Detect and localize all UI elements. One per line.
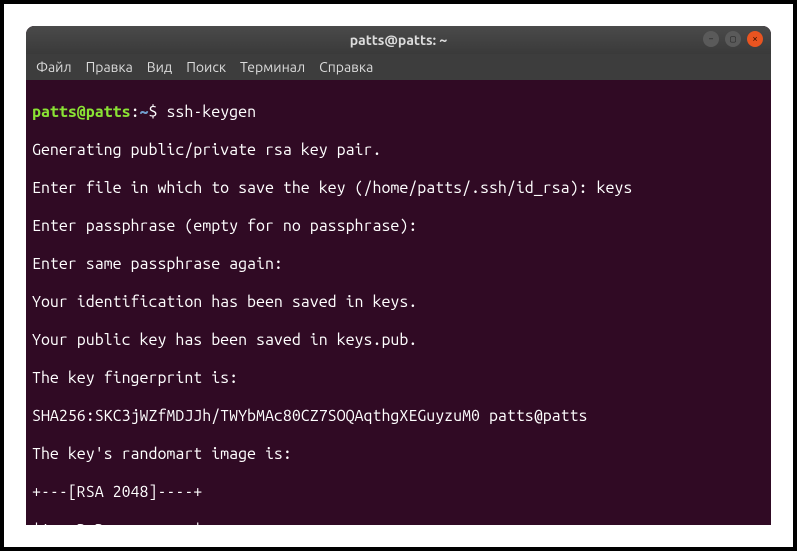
terminal-line: The key fingerprint is: [32, 369, 765, 388]
terminal-line: The key's randomart image is: [32, 445, 765, 464]
menu-edit[interactable]: Правка [86, 59, 133, 75]
terminal-line: Enter file in which to save the key (/ho… [32, 179, 765, 198]
terminal-line: +---[RSA 2048]----+ [32, 483, 765, 502]
titlebar: patts@patts: ~ – ▢ × [26, 26, 771, 54]
screenshot-frame: patts@patts: ~ – ▢ × Файл Правка Вид Пои… [0, 0, 797, 551]
terminal-line: patts@patts:~$ ssh-keygen [32, 103, 765, 122]
menubar: Файл Правка Вид Поиск Терминал Справка [26, 54, 771, 80]
window-controls: – ▢ × [703, 31, 763, 47]
menu-search[interactable]: Поиск [186, 59, 226, 75]
menu-file[interactable]: Файл [36, 59, 72, 75]
terminal-line: Enter same passphrase again: [32, 255, 765, 274]
window-title: patts@patts: ~ [350, 32, 448, 48]
minimize-button[interactable]: – [703, 31, 719, 47]
terminal-line: Your public key has been saved in keys.p… [32, 331, 765, 350]
maximize-button[interactable]: ▢ [725, 31, 741, 47]
command-1: ssh-keygen [166, 103, 256, 121]
menu-view[interactable]: Вид [147, 59, 172, 75]
close-button[interactable]: × [747, 31, 763, 47]
terminal-line: SHA256:SKC3jWZfMDJJh/TWYbMAc80CZ7SOQAqth… [32, 407, 765, 426]
terminal-line: Your identification has been saved in ke… [32, 293, 765, 312]
terminal-line: |*+..B=Bo+ | [32, 521, 765, 525]
menu-terminal[interactable]: Терминал [240, 59, 305, 75]
terminal-line: Generating public/private rsa key pair. [32, 141, 765, 160]
menu-help[interactable]: Справка [319, 59, 373, 75]
prompt-user: patts@patts [32, 103, 131, 121]
prompt-path: ~ [140, 103, 149, 121]
terminal-line: Enter passphrase (empty for no passphras… [32, 217, 765, 236]
terminal-window: patts@patts: ~ – ▢ × Файл Правка Вид Пои… [26, 26, 771, 525]
terminal-body[interactable]: patts@patts:~$ ssh-keygen Generating pub… [26, 80, 771, 525]
